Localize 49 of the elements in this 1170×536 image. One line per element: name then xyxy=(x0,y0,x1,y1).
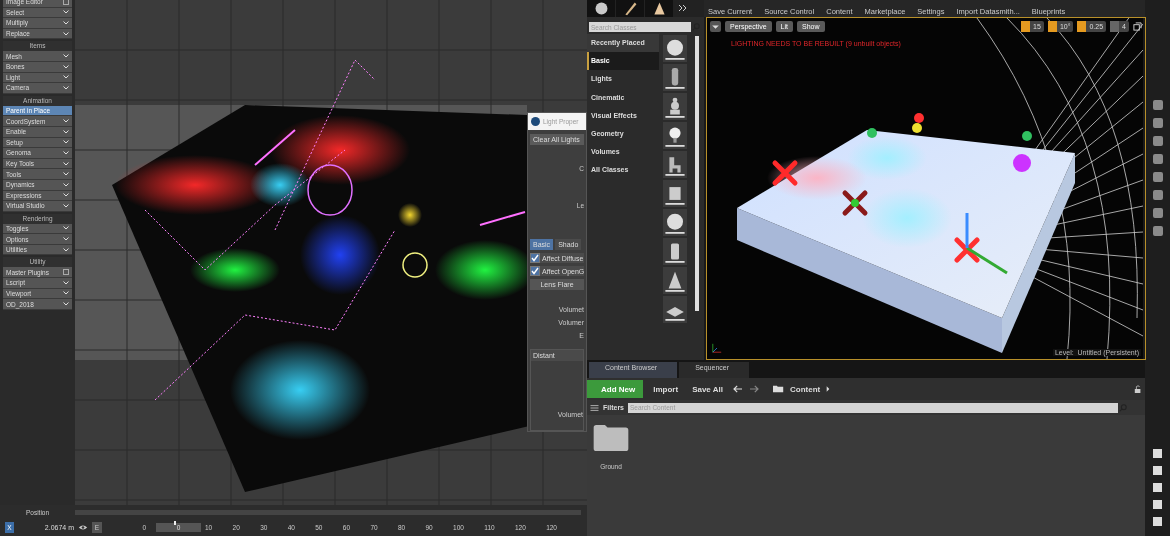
forward-arrow-icon[interactable] xyxy=(748,385,759,393)
toolbar-icon[interactable] xyxy=(1152,118,1163,128)
caret-icon[interactable] xyxy=(710,21,721,32)
figure-thumbnail-icon[interactable] xyxy=(663,64,687,91)
square-icon xyxy=(63,0,69,5)
checkbox[interactable] xyxy=(530,253,540,263)
toolbar-icon[interactable] xyxy=(1152,208,1163,218)
toolbar-icon[interactable] xyxy=(1152,154,1163,164)
snap-toggle[interactable] xyxy=(1077,21,1087,32)
save-all-button[interactable]: Save All xyxy=(688,384,727,394)
snap-toggle[interactable] xyxy=(1047,21,1057,32)
toolbar-icon[interactable] xyxy=(1152,226,1163,236)
chair-thumbnail-icon[interactable] xyxy=(663,151,687,178)
cylinder-thumbnail-icon[interactable] xyxy=(663,238,687,265)
checkbox[interactable] xyxy=(530,266,540,276)
toolbar-icon[interactable] xyxy=(1152,190,1163,200)
add-new-button[interactable]: Add New xyxy=(587,380,644,398)
plane-thumbnail-icon[interactable] xyxy=(663,296,687,323)
search-icon xyxy=(1119,403,1127,412)
back-arrow-icon[interactable] xyxy=(732,385,743,393)
scrollbar[interactable] xyxy=(695,36,699,311)
snap-toggle[interactable] xyxy=(1110,21,1120,32)
snap-toggle[interactable] xyxy=(1021,21,1031,32)
folder-icon[interactable] xyxy=(593,425,629,451)
sphere-mode-icon[interactable] xyxy=(587,0,615,17)
folder-icon xyxy=(772,385,784,393)
app-icon xyxy=(531,117,540,126)
plant-mode-icon[interactable] xyxy=(645,0,673,17)
brush-mode-icon[interactable] xyxy=(616,0,644,17)
sphere-thumbnail-icon[interactable] xyxy=(663,209,687,236)
double-chevron-icon[interactable] xyxy=(678,3,688,13)
axis-icon xyxy=(710,341,724,355)
bulb-thumbnail-icon[interactable] xyxy=(663,122,687,149)
list-icon[interactable] xyxy=(590,403,599,412)
sphere-thumbnail-icon[interactable] xyxy=(663,35,687,62)
maximize-icon[interactable] xyxy=(1133,22,1142,31)
toolbar-icon[interactable] xyxy=(1152,172,1163,182)
path-breadcrumb[interactable]: Content xyxy=(789,384,821,394)
eye-icon[interactable] xyxy=(78,524,88,531)
lock-icon[interactable] xyxy=(1134,385,1142,393)
toolbar-icon[interactable] xyxy=(1152,136,1163,146)
square-icon xyxy=(63,269,69,276)
import-button[interactable]: Import xyxy=(649,384,683,394)
cube-thumbnail-icon[interactable] xyxy=(663,180,687,207)
stack-thumbnail-icon[interactable] xyxy=(663,93,687,120)
toolbar-icon[interactable] xyxy=(1152,100,1163,110)
cone-thumbnail-icon[interactable] xyxy=(663,267,687,294)
search-icon xyxy=(692,23,700,31)
caret-icon[interactable] xyxy=(826,386,831,392)
